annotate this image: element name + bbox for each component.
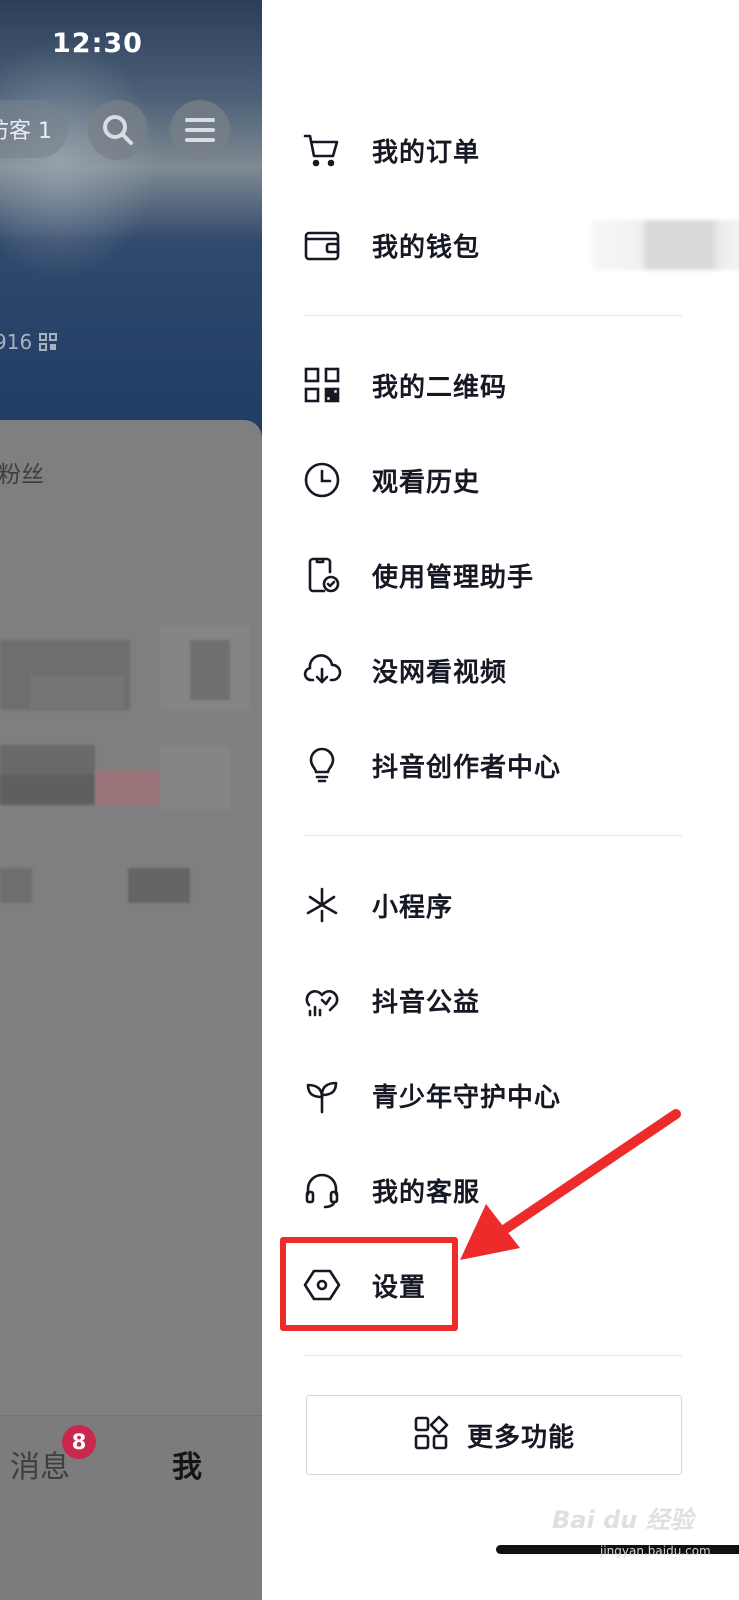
blurred-content [30,675,125,710]
settings-highlight-box [280,1237,458,1331]
more-features-label: 更多功能 [466,1422,575,1453]
search-button[interactable] [88,100,148,160]
menu-item-label: 我的二维码 [372,372,508,403]
menu-item-watch-history[interactable]: 观看历史 [302,450,702,510]
messages-badge: 8 [62,1425,96,1459]
more-features-button[interactable]: 更多功能 [306,1395,682,1475]
mini-program-icon [302,885,342,925]
side-drawer-menu: 我的订单 我的钱包 我的二维码 观看历史 使用管理助手 没网看视频 抖音创作者中… [262,0,739,1600]
menu-item-usage-assistant[interactable]: 使用管理助手 [302,545,702,605]
wallet-balance-blurred [592,220,739,270]
menu-item-label: 使用管理助手 [372,562,535,593]
tab-messages[interactable]: 消息 [10,1442,70,1486]
watermark-url: jingyan.baidu.com [600,1544,711,1558]
menu-item-mini-programs[interactable]: 小程序 [302,875,702,935]
cart-icon [302,130,342,170]
menu-item-label: 观看历史 [372,467,481,498]
visitor-label: 访客 1 [0,119,52,144]
blurred-content [128,868,190,903]
menu-item-label: 小程序 [372,892,454,923]
blurred-content [95,770,160,805]
menu-item-label: 抖音创作者中心 [372,752,562,783]
account-id-text: 916 [0,330,33,354]
divider [304,315,682,316]
visitor-button[interactable]: 访客 1 [0,100,68,158]
menu-item-creator-center[interactable]: 抖音创作者中心 [302,735,702,795]
menu-item-offline-video[interactable]: 没网看视频 [302,640,702,700]
charity-heart-icon [302,980,342,1020]
blurred-content [0,868,32,903]
lightbulb-icon [302,745,342,785]
hamburger-icon [185,118,215,142]
blurred-content [160,745,230,810]
small-qr-icon [38,333,57,351]
blurred-content [190,640,230,700]
menu-button[interactable] [170,100,230,160]
grid-apps-icon [413,1415,449,1455]
status-bar-time: 12:30 [52,28,143,59]
menu-item-label: 我的订单 [372,137,481,168]
screen: 12:30 访客 1 916 [0,0,739,1600]
background-profile-page[interactable]: 12:30 访客 1 916 [0,0,262,1600]
wallet-icon [302,225,342,265]
menu-item-qr-code[interactable]: 我的二维码 [302,355,702,415]
qr-code-icon [302,365,342,405]
tab-me[interactable]: 我 [172,1442,202,1486]
menu-item-label: 抖音公益 [372,987,481,1018]
menu-item-orders[interactable]: 我的订单 [302,120,702,180]
watermark-logo: Bai du 经验 [552,1500,732,1550]
header-glow [0,40,160,280]
menu-item-label: 我的钱包 [372,232,481,263]
profile-content-card [0,420,262,1420]
fans-label: 粉丝 [0,462,44,488]
divider [304,835,682,836]
pointer-arrow [460,1109,681,1260]
clock-icon [302,460,342,500]
account-id: 916 [0,330,57,354]
phone-check-icon [302,555,342,595]
cloud-download-icon [302,650,342,690]
divider [304,1355,682,1356]
headset-icon [302,1170,342,1210]
search-icon [103,115,133,145]
sprout-icon [302,1075,342,1115]
menu-item-charity[interactable]: 抖音公益 [302,970,702,1030]
menu-item-label: 没网看视频 [372,657,508,688]
watermark-text: Bai du 经验 [552,1506,694,1534]
blurred-content [0,775,95,805]
